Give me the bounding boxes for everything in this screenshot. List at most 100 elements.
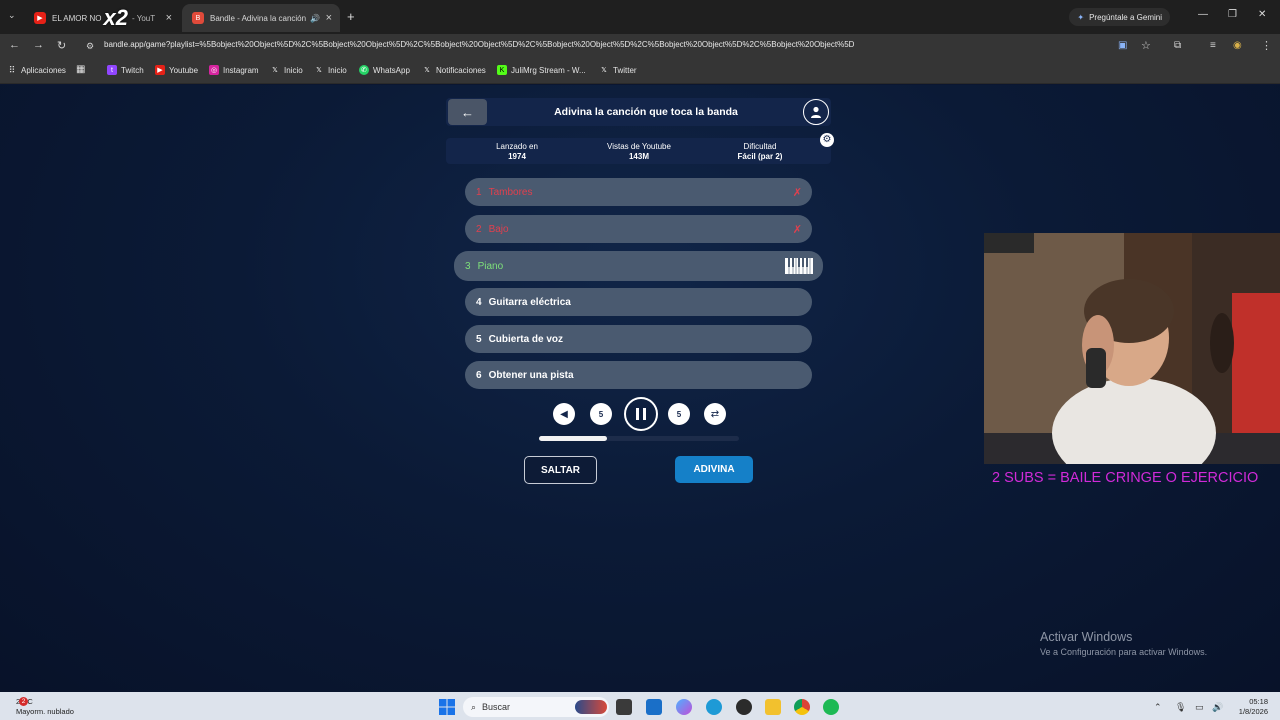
forward-5-icon: 5 xyxy=(676,409,682,419)
settings-gear-icon[interactable]: ⚙ xyxy=(820,133,834,147)
tab-bandle[interactable]: B Bandle - Adivina la canción 🔊 × xyxy=(182,4,340,32)
bookmark-twitch[interactable]: t Twitch xyxy=(107,65,144,75)
obs-icon[interactable] xyxy=(736,699,752,715)
bookmark-youtube[interactable]: ▶ Youtube xyxy=(155,65,198,75)
volume-icon: ◀ xyxy=(560,408,568,420)
skip-button[interactable]: SALTAR xyxy=(524,456,597,484)
profile-avatar-icon[interactable]: ◉ xyxy=(1233,40,1242,51)
browser-tab-bar: ⌄ ▶ EL AMOR NO x2 - YouT × B Bandle - Ad… xyxy=(0,0,1280,34)
bookmark-label: Inicio xyxy=(284,65,303,75)
x-logo-icon: 𝕏 xyxy=(424,67,430,74)
forward-button[interactable]: 5 xyxy=(668,403,690,425)
pause-icon xyxy=(636,408,646,420)
tab-youtube[interactable]: ▶ EL AMOR NO x2 - YouT × xyxy=(24,4,180,32)
copilot-icon[interactable] xyxy=(676,699,692,715)
tray-chevron-icon[interactable]: ⌃ xyxy=(1154,702,1162,713)
tab-youtube-title: EL AMOR NO xyxy=(52,13,102,23)
profile-button[interactable] xyxy=(803,99,829,125)
youtube-icon: ▶ xyxy=(34,12,46,24)
tab-youtube-suffix: - YouT xyxy=(131,13,156,23)
speaker-icon[interactable]: 🔊 xyxy=(310,14,320,23)
address-bar-row: ← → ↻ ⚙ bandle.app/game?playlist=%5Bobje… xyxy=(0,34,1280,58)
menu-icon[interactable]: ⋮ xyxy=(1261,39,1272,52)
bandle-icon: B xyxy=(192,12,204,24)
loop-off-icon: ⇄ xyxy=(710,408,720,420)
bookmark-notificaciones[interactable]: 𝕏 Notificaciones xyxy=(422,65,486,75)
whatsapp-icon: ✆ xyxy=(359,65,369,75)
chrome-icon[interactable] xyxy=(794,699,810,715)
bookmark-x-inicio-2[interactable]: 𝕏 Inicio xyxy=(314,65,347,75)
youtube-icon: ▶ xyxy=(155,65,165,75)
reload-icon[interactable]: ↻ xyxy=(57,39,66,52)
spotify-icon[interactable] xyxy=(823,699,839,715)
clue-number: 4 xyxy=(476,296,482,308)
speaker-tray-icon[interactable]: 🔊 xyxy=(1212,702,1223,713)
reading-list-icon[interactable]: ≡ xyxy=(1210,40,1216,51)
url-field[interactable]: bandle.app/game?playlist=%5Bobject%20Obj… xyxy=(104,40,854,49)
clock-date: 1/8/2026 xyxy=(1238,707,1268,716)
bookmark-whatsapp[interactable]: ✆ WhatsApp xyxy=(359,65,410,75)
outlook-icon[interactable] xyxy=(646,699,662,715)
bookmark-label: Twitch xyxy=(121,65,144,75)
clue-label: Tambores xyxy=(488,186,533,198)
kick-icon: K xyxy=(497,65,507,75)
new-tab-button[interactable]: + xyxy=(347,9,355,24)
pause-button[interactable] xyxy=(624,397,658,431)
task-view-icon[interactable] xyxy=(616,699,632,715)
guess-button[interactable]: ADIVINA xyxy=(675,456,753,483)
bookmark-instagram[interactable]: ◎ Instagram xyxy=(209,65,259,75)
tab-list-chevron-icon[interactable]: ⌄ xyxy=(8,10,16,21)
piano-icon xyxy=(785,258,813,274)
clue-row-electric-guitar: 4 Guitarra eléctrica xyxy=(465,288,812,316)
close-tab-icon[interactable]: × xyxy=(166,12,172,24)
file-explorer-icon[interactable] xyxy=(765,699,781,715)
tab-groups-icon[interactable]: ▦ xyxy=(76,64,85,75)
x-logo-icon: 𝕏 xyxy=(272,67,278,74)
bookmark-kick[interactable]: K JuliMrg Stream - W... xyxy=(497,65,586,75)
bookmark-x-inicio-1[interactable]: 𝕏 Inicio xyxy=(270,65,303,75)
info-value: 143M xyxy=(628,152,649,161)
back-button[interactable]: ← xyxy=(448,99,487,125)
progress-fill xyxy=(539,436,607,441)
x-logo-icon: 𝕏 xyxy=(316,67,322,74)
bookmark-label: WhatsApp xyxy=(373,65,410,75)
taskbar-search-input[interactable]: ⌕ Buscar xyxy=(463,697,609,717)
clue-label: Obtener una pista xyxy=(488,369,574,381)
start-windows-icon[interactable] xyxy=(439,699,455,715)
instagram-icon: ◎ xyxy=(209,65,219,75)
loop-button[interactable]: ⇄ xyxy=(704,403,726,425)
minimize-icon[interactable]: — xyxy=(1198,9,1208,20)
clue-row-drums: 1 Tambores ✗ xyxy=(465,178,812,206)
gemini-button[interactable]: ✦ Pregúntale a Gemini xyxy=(1069,8,1170,26)
close-window-icon[interactable]: ✕ xyxy=(1258,9,1266,20)
bookmark-twitter[interactable]: 𝕏 Twitter xyxy=(599,65,636,75)
translate-icon[interactable]: ▣ xyxy=(1118,40,1127,51)
rewind-5-icon: 5 xyxy=(598,409,604,419)
extensions-icon[interactable]: ⧉ xyxy=(1174,40,1181,51)
info-label: Dificultad xyxy=(743,142,777,151)
back-nav-icon[interactable]: ← xyxy=(9,39,20,51)
close-tab-icon[interactable]: × xyxy=(326,12,332,24)
twitch-icon: t xyxy=(107,65,117,75)
info-youtube-views: Vistas de Youtube 143M xyxy=(579,142,699,162)
site-info-icon[interactable]: ⚙ xyxy=(86,41,94,52)
clue-row-piano: 3 Piano xyxy=(454,251,823,281)
wrong-x-icon: ✗ xyxy=(792,223,802,236)
taskbar-clock[interactable]: 05:18 1/8/2026 xyxy=(1228,697,1268,717)
webcam-overlay xyxy=(984,233,1280,464)
weather-widget[interactable]: 2 29°C Mayorm. nublado xyxy=(16,697,74,717)
forward-nav-icon[interactable]: → xyxy=(33,39,44,51)
arrow-left-icon: ← xyxy=(461,104,474,120)
clue-row-hint[interactable]: 6 Obtener una pista xyxy=(465,361,812,389)
clue-row-vocal-cover: 5 Cubierta de voz xyxy=(465,325,812,353)
network-icon[interactable]: ▭ xyxy=(1195,702,1204,713)
rewind-button[interactable]: 5 xyxy=(590,403,612,425)
bookmark-apps[interactable]: ⠿ Aplicaciones xyxy=(7,65,66,75)
microphone-icon[interactable]: 🎙 xyxy=(1175,702,1186,713)
clock-time: 05:18 xyxy=(1249,697,1268,706)
bookmark-star-icon[interactable]: ☆ xyxy=(1141,39,1151,52)
tab-bandle-title: Bandle - Adivina la canción xyxy=(210,13,307,23)
restore-icon[interactable]: ❐ xyxy=(1228,9,1237,20)
volume-button[interactable]: ◀ xyxy=(553,403,575,425)
edge-icon[interactable] xyxy=(706,699,722,715)
